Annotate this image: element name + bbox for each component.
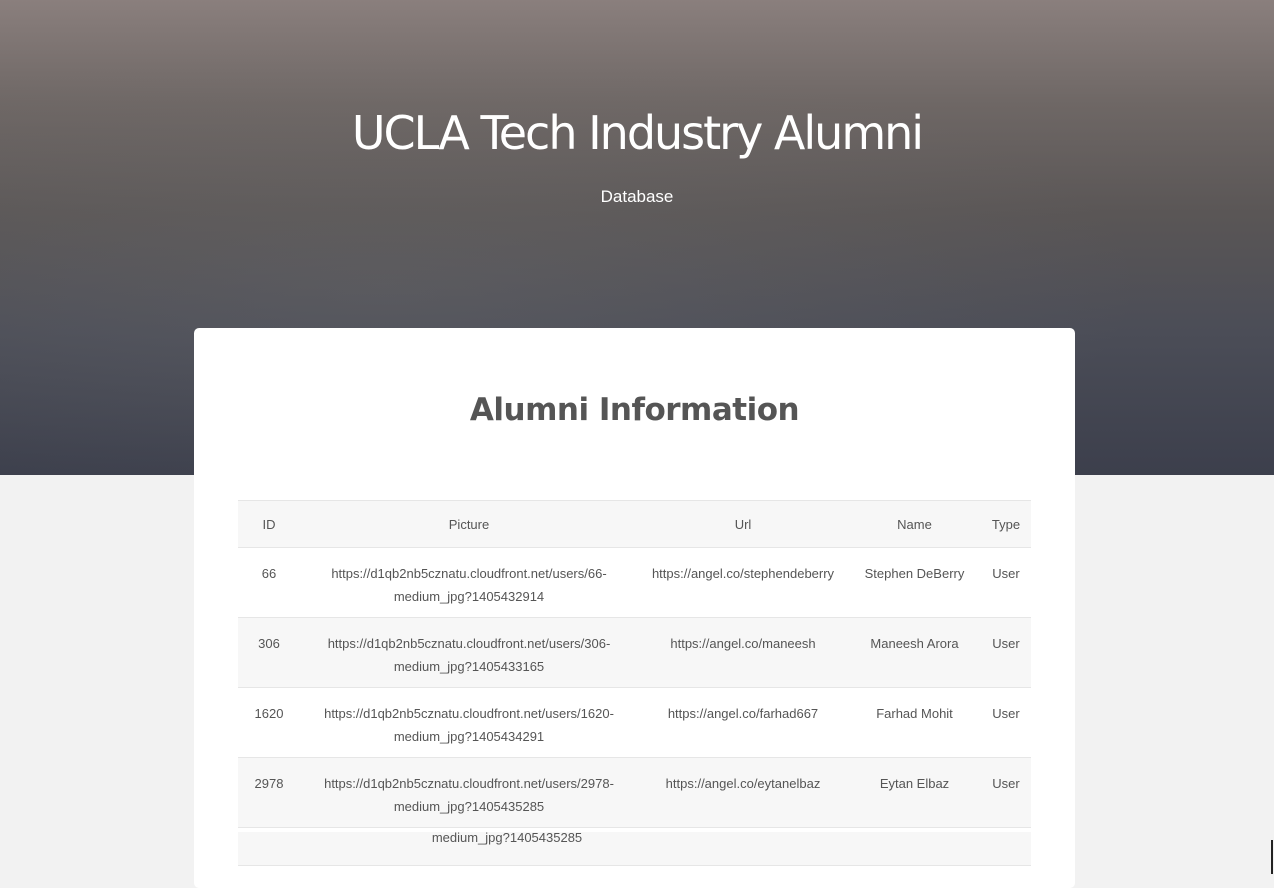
column-header-url[interactable]: Url [638,500,848,548]
picture-url-line2: medium_jpg?1405434291 [393,729,545,744]
table-header-row: ID Picture Url Name Type [238,500,1031,548]
picture-url-line2: medium_jpg?1405432914 [393,589,545,604]
column-header-id[interactable]: ID [238,500,300,548]
cell-name: Stephen DeBerry [848,547,981,618]
section-title: Alumni Information [469,392,800,428]
picture-url-line2: medium_jpg?1405435285 [393,799,545,814]
column-header-picture[interactable]: Picture [300,500,638,548]
cell-type: User [981,547,1031,618]
picture-url-line2: medium_jpg?1405433165 [393,659,545,674]
cell-id: 66 [238,547,300,618]
cell-type: User [981,617,1031,688]
alumni-table: ID Picture Url Name Type 66 https://d1qb… [238,500,1031,828]
cell-url: https://angel.co/stephendeberry [638,547,848,618]
table-row: 2978 https://d1qb2nb5cznatu.cloudfront.n… [238,757,1031,828]
picture-url-line1: https://d1qb2nb5cznatu.cloudfront.net/us… [324,776,614,791]
cell-id: 1620 [238,687,300,758]
cell-picture: https://d1qb2nb5cznatu.cloudfront.net/us… [300,617,638,688]
picture-url-line1: https://d1qb2nb5cznatu.cloudfront.net/us… [331,566,607,581]
cell-picture: https://d1qb2nb5cznatu.cloudfront.net/us… [300,547,638,618]
cell-url: https://angel.co/farhad667 [638,687,848,758]
picture-url-line1: https://d1qb2nb5cznatu.cloudfront.net/us… [327,636,611,651]
cell-type: User [981,757,1031,828]
cell-picture: https://d1qb2nb5cznatu.cloudfront.net/us… [300,757,638,828]
cell-url: https://angel.co/maneesh [638,617,848,688]
column-header-name[interactable]: Name [848,500,981,548]
cell-url: https://angel.co/eytanelbaz [638,757,848,828]
cell-name: Eytan Elbaz [848,757,981,828]
cell-id: 306 [238,617,300,688]
text-cursor-icon [1271,840,1273,874]
cell-id: 2978 [238,757,300,828]
column-header-type[interactable]: Type [981,500,1031,548]
page-title: UCLA Tech Industry Alumni [351,106,924,160]
cell-type: User [981,687,1031,758]
cell-name: Farhad Mohit [848,687,981,758]
cell-picture: https://d1qb2nb5cznatu.cloudfront.net/us… [300,687,638,758]
cell-name: Maneesh Arora [848,617,981,688]
table-row: 306 https://d1qb2nb5cznatu.cloudfront.ne… [238,617,1031,688]
table-row: 66 https://d1qb2nb5cznatu.cloudfront.net… [238,547,1031,618]
table-row: 1620 https://d1qb2nb5cznatu.cloudfront.n… [238,687,1031,758]
partial-table-row: medium_jpg?1405435285 [238,832,1031,866]
partial-row-text: medium_jpg?1405435285 [431,832,583,845]
page-subtitle: Database [600,187,674,206]
picture-url-line1: https://d1qb2nb5cznatu.cloudfront.net/us… [324,706,614,721]
